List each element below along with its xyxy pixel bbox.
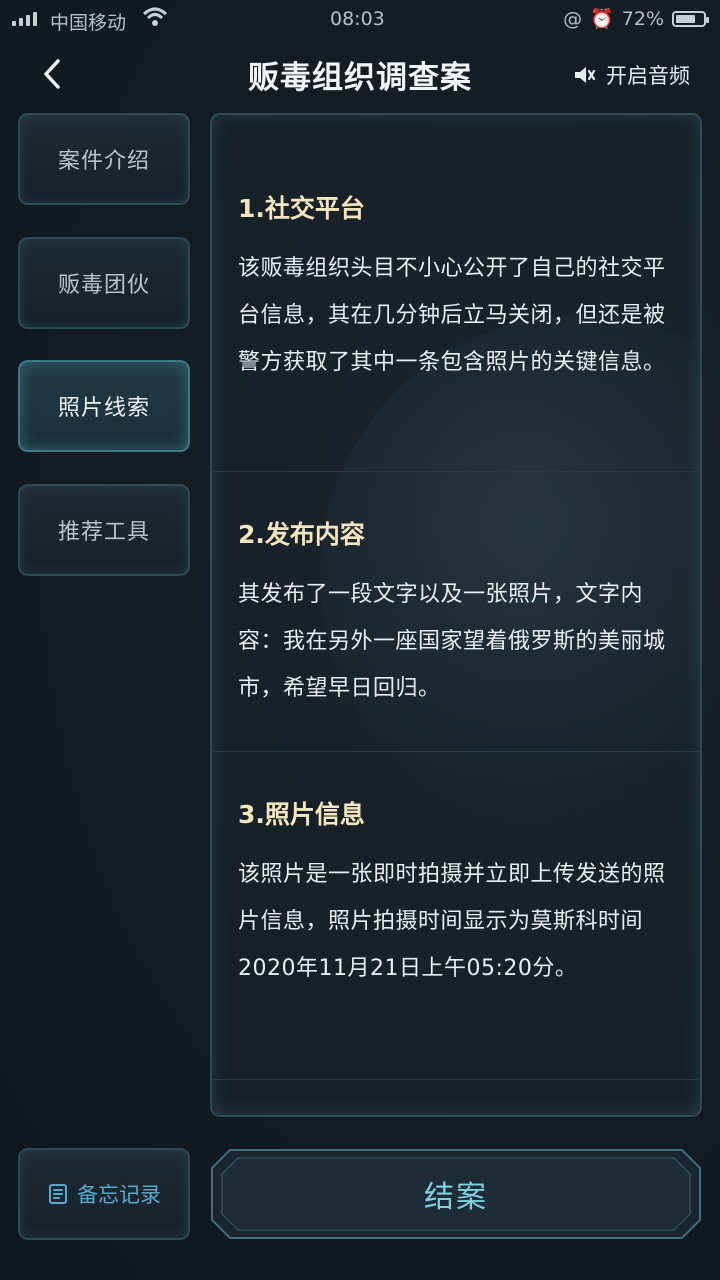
memo-label: 备忘记录 xyxy=(77,1183,161,1207)
section-divider xyxy=(212,1079,700,1080)
section-body: 该照片是一张即时拍摄并立即上传发送的照片信息，照片拍摄时间显示为莫斯科时间202… xyxy=(238,862,666,981)
nav-gang[interactable]: 贩毒团伙 xyxy=(18,237,190,329)
orientation-lock-icon: @ xyxy=(563,7,583,30)
close-case-button[interactable]: 结案 xyxy=(210,1148,702,1240)
status-bar: 中国移动 08:03 @ ⏰ 72% xyxy=(0,0,720,40)
nav-photo-clues[interactable]: 照片线索 xyxy=(18,360,190,452)
clue-section: 2.发布内容 其发布了一段文字以及一张照片，文字内容：我在另外一座国家望着俄罗斯… xyxy=(238,515,678,712)
section-title: 1.社交平台 xyxy=(238,194,365,223)
wifi-icon xyxy=(142,7,168,26)
section-divider xyxy=(212,471,700,472)
section-title: 3.照片信息 xyxy=(238,800,365,829)
section-divider xyxy=(212,751,700,752)
battery-percent: 72% xyxy=(621,7,664,30)
clue-section: 3.照片信息 该照片是一张即时拍摄并立即上传发送的照片信息，照片拍摄时间显示为莫… xyxy=(238,795,678,992)
clue-content-panel[interactable]: 1.社交平台 该贩毒组织头目不小心公开了自己的社交平台信息，其在几分钟后立马关闭… xyxy=(210,113,702,1117)
battery-icon xyxy=(672,10,709,27)
header: 贩毒组织调查案 开启音频 xyxy=(0,40,720,110)
section-title: 2.发布内容 xyxy=(238,520,365,549)
clock: 08:03 xyxy=(330,8,385,30)
alarm-icon: ⏰ xyxy=(590,8,614,30)
nav-label: 贩毒团伙 xyxy=(57,273,150,298)
nav-label: 案件介绍 xyxy=(57,149,150,174)
nav-label: 照片线索 xyxy=(57,396,150,421)
speaker-mute-icon xyxy=(575,67,596,83)
audio-toggle-label: 开启音频 xyxy=(606,64,690,88)
nav-label: 推荐工具 xyxy=(57,520,150,545)
signal-icon xyxy=(12,10,37,26)
section-body: 该贩毒组织头目不小心公开了自己的社交平台信息，其在几分钟后立马关闭，但还是被警方… xyxy=(238,256,666,375)
nav-case-intro[interactable]: 案件介绍 xyxy=(18,113,190,205)
clue-section: 1.社交平台 该贩毒组织头目不小心公开了自己的社交平台信息，其在几分钟后立马关闭… xyxy=(238,189,678,386)
nav-recommended-tools[interactable]: 推荐工具 xyxy=(18,484,190,576)
notes-icon xyxy=(49,1184,67,1204)
audio-toggle[interactable]: 开启音频 xyxy=(572,60,690,90)
close-case-label: 结案 xyxy=(424,1180,488,1215)
carrier-label: 中国移动 xyxy=(50,12,127,34)
memo-button[interactable]: 备忘记录 xyxy=(18,1148,190,1240)
section-body: 其发布了一段文字以及一张照片，文字内容：我在另外一座国家望着俄罗斯的美丽城市，希… xyxy=(238,582,666,701)
